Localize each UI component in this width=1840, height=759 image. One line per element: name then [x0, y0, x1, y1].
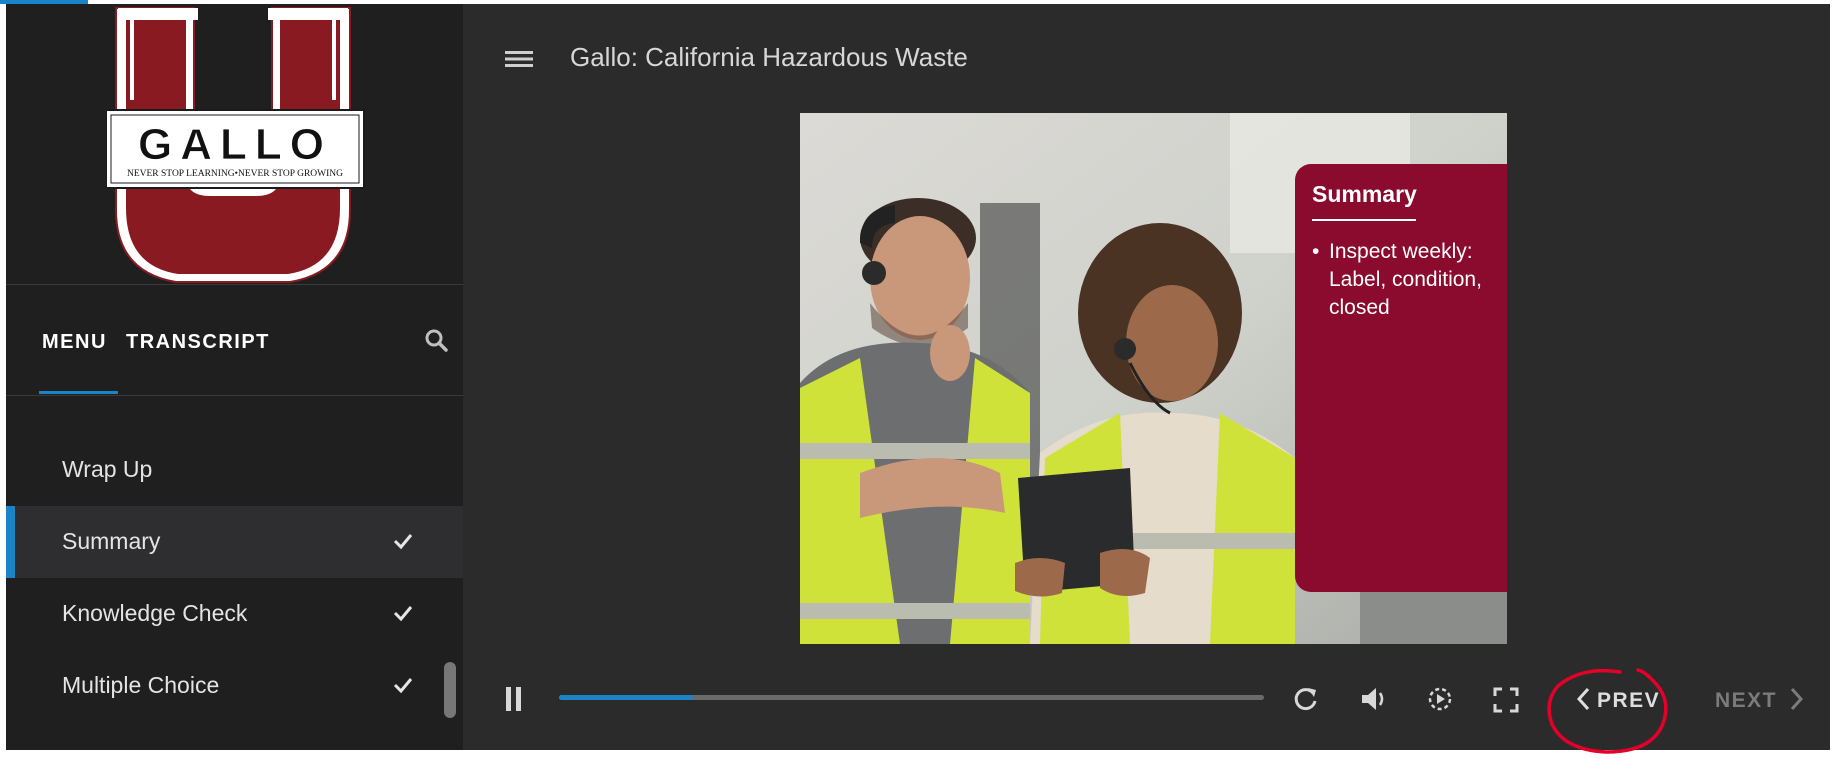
- menu-list: Wrap Up Summary Knowledge Check Multiple…: [6, 434, 463, 722]
- main-content: Gallo: California Hazardous Waste Summar…: [463, 4, 1830, 750]
- menu-item-wrap-up[interactable]: Wrap Up: [6, 434, 463, 506]
- sidebar-tabs: MENU TRANSCRIPT: [6, 286, 463, 396]
- slide: Summary • Inspect weekly: Label, conditi…: [800, 113, 1507, 644]
- menu-scrollbar[interactable]: [444, 662, 456, 718]
- menu-item-label: Summary: [62, 528, 161, 554]
- menu-item-knowledge-check[interactable]: Knowledge Check: [6, 578, 463, 650]
- chevron-right-icon: [1790, 687, 1804, 711]
- menu-item-label: Knowledge Check: [62, 600, 248, 626]
- logo-area: GALLO NEVER STOP LEARNING•NEVER STOP GRO…: [6, 4, 463, 285]
- menu-item-summary[interactable]: Summary: [6, 506, 463, 578]
- pause-button[interactable]: [505, 686, 523, 712]
- summary-title: Summary: [1312, 181, 1417, 207]
- menu-item-multiple-choice[interactable]: Multiple Choice: [6, 650, 463, 722]
- prev-label: PREV: [1597, 689, 1661, 712]
- checkmark-icon: [393, 606, 413, 622]
- replay-icon: [1294, 688, 1317, 711]
- tab-menu[interactable]: MENU: [42, 331, 107, 354]
- next-button[interactable]: NEXT: [1713, 682, 1813, 716]
- summary-panel: Summary • Inspect weekly: Label, conditi…: [1295, 164, 1507, 592]
- menu-toggle-button[interactable]: [503, 44, 535, 74]
- pause-icon: [506, 687, 521, 711]
- sidebar: GALLO NEVER STOP LEARNING•NEVER STOP GRO…: [6, 4, 463, 750]
- logo-wordmark: GALLO: [138, 120, 332, 169]
- seek-bar[interactable]: [559, 695, 1264, 700]
- logo-tagline: NEVER STOP LEARNING•NEVER STOP GROWING: [127, 169, 343, 179]
- checkmark-icon: [393, 534, 413, 550]
- fullscreen-button[interactable]: [1492, 686, 1520, 714]
- replay-button[interactable]: [1291, 684, 1321, 714]
- gallo-u-logo: GALLO NEVER STOP LEARNING•NEVER STOP GRO…: [106, 7, 365, 283]
- active-item-indicator: [6, 506, 15, 578]
- hamburger-icon: [505, 51, 533, 67]
- player-frame: GALLO NEVER STOP LEARNING•NEVER STOP GRO…: [6, 4, 1830, 750]
- fullscreen-icon: [1493, 687, 1519, 713]
- search-button[interactable]: [422, 326, 452, 356]
- summary-divider: [1312, 219, 1416, 221]
- menu-item-label: Wrap Up: [62, 456, 153, 482]
- tab-active-indicator: [39, 391, 118, 394]
- playback-rate-button[interactable]: [1425, 684, 1455, 714]
- course-title: Gallo: California Hazardous Waste: [570, 42, 968, 72]
- checkmark-icon: [393, 678, 413, 694]
- menu-item-label: Multiple Choice: [62, 672, 220, 698]
- bullet-icon: •: [1312, 240, 1320, 263]
- search-icon: [425, 329, 448, 352]
- playback-speed-icon: [1428, 687, 1452, 711]
- volume-button[interactable]: [1359, 684, 1391, 714]
- seek-bar-progress: [559, 695, 693, 700]
- prev-button[interactable]: PREV: [1571, 682, 1671, 716]
- next-label: NEXT: [1715, 689, 1778, 712]
- summary-bullet-text: Inspect weekly: Label, condition, closed: [1329, 240, 1482, 319]
- volume-icon: [1362, 688, 1384, 710]
- summary-bullet: • Inspect weekly: Label, condition, clos…: [1312, 238, 1502, 322]
- tab-transcript[interactable]: TRANSCRIPT: [126, 331, 270, 354]
- chevron-left-icon: [1576, 687, 1590, 711]
